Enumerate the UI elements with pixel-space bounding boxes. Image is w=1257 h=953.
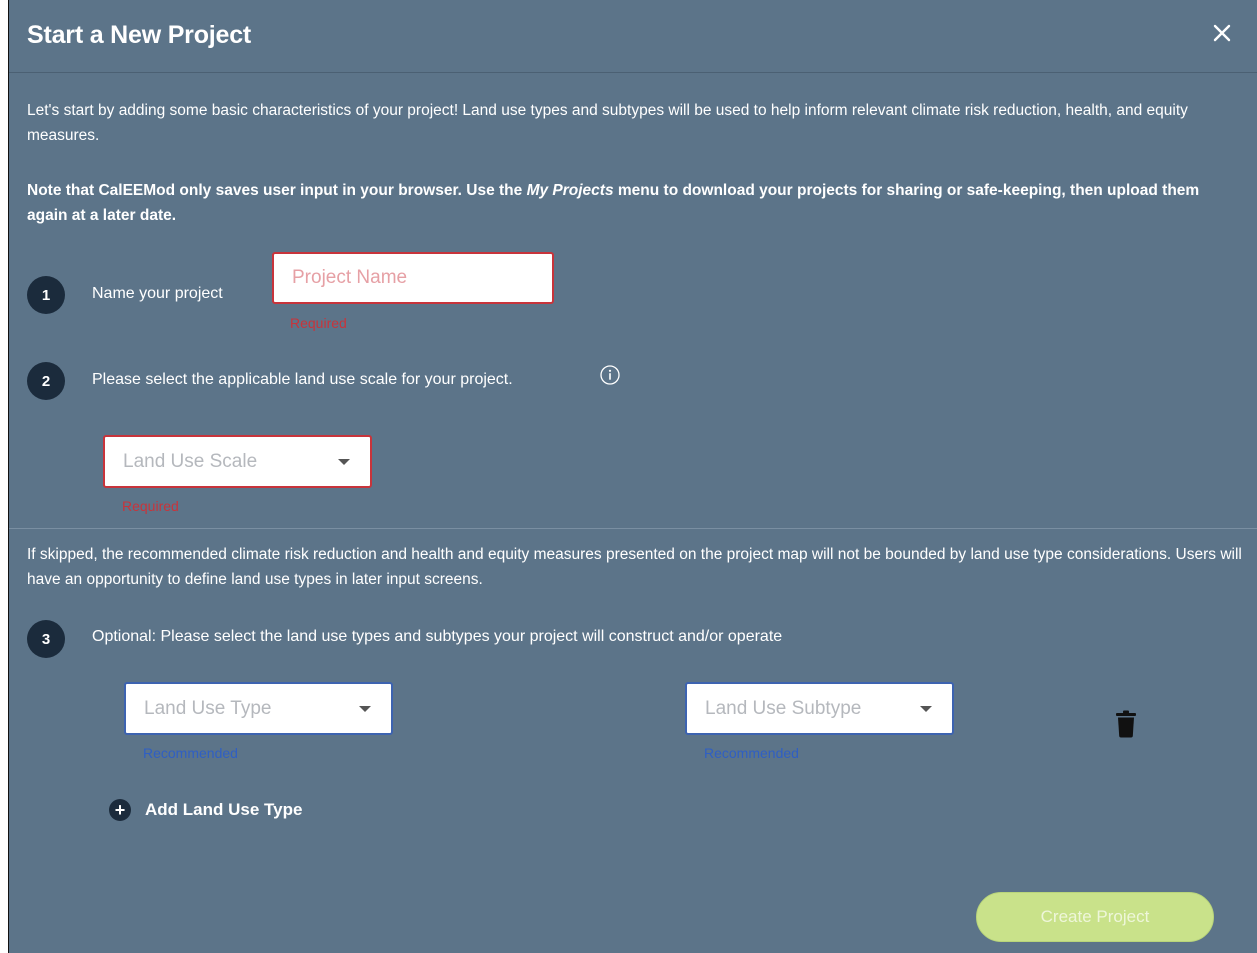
chevron-down-icon [359,705,371,712]
land-use-scale-select[interactable]: Land Use Scale [103,435,372,488]
land-use-scale-placeholder: Land Use Scale [123,450,258,472]
add-land-use-type-button[interactable]: + Add Land Use Type [109,799,302,821]
close-icon[interactable] [1207,18,1237,48]
add-land-use-type-label: Add Land Use Type [145,800,303,819]
land-use-type-placeholder: Land Use Type [144,697,272,719]
land-use-type-recommended: Recommended [143,745,238,761]
step-1-label: Name your project [92,285,223,302]
dialog-title: Start a New Project [27,21,252,49]
project-name-placeholder: Project Name [292,267,408,288]
new-project-dialog: Start a New Project Let's start by addin… [8,0,1257,953]
info-icon[interactable] [599,364,621,386]
step-3-label: Optional: Please select the land use typ… [92,628,783,645]
trash-icon[interactable] [1115,710,1137,738]
storage-note: Note that CalEEMod only saves user input… [27,178,1242,228]
land-use-subtype-recommended: Recommended [704,745,799,761]
plus-circle-icon: + [109,799,131,821]
land-use-subtype-placeholder: Land Use Subtype [705,697,862,719]
project-name-required: Required [290,315,347,331]
step-1-badge: 1 [27,276,65,314]
land-use-type-select[interactable]: Land Use Type [124,682,393,735]
land-use-scale-required: Required [122,498,179,514]
step-2-badge: 2 [27,362,65,400]
project-name-input[interactable]: Project Name [272,252,554,304]
skip-note: If skipped, the recommended climate risk… [27,546,1242,588]
step-2-label: Please select the applicable land use sc… [92,371,513,388]
dialog-header: Start a New Project [9,0,1257,73]
section-divider [9,528,1257,529]
land-use-subtype-select[interactable]: Land Use Subtype [685,682,954,735]
intro-text: Let's start by adding some basic charact… [27,102,1188,144]
create-project-button[interactable]: Create Project [976,892,1214,942]
chevron-down-icon [920,705,932,712]
my-projects-emphasis: My Projects [526,182,614,199]
chevron-down-icon [338,458,350,465]
step-3-badge: 3 [27,620,65,658]
storage-note-prefix: Note that CalEEMod only saves user input… [27,182,527,199]
